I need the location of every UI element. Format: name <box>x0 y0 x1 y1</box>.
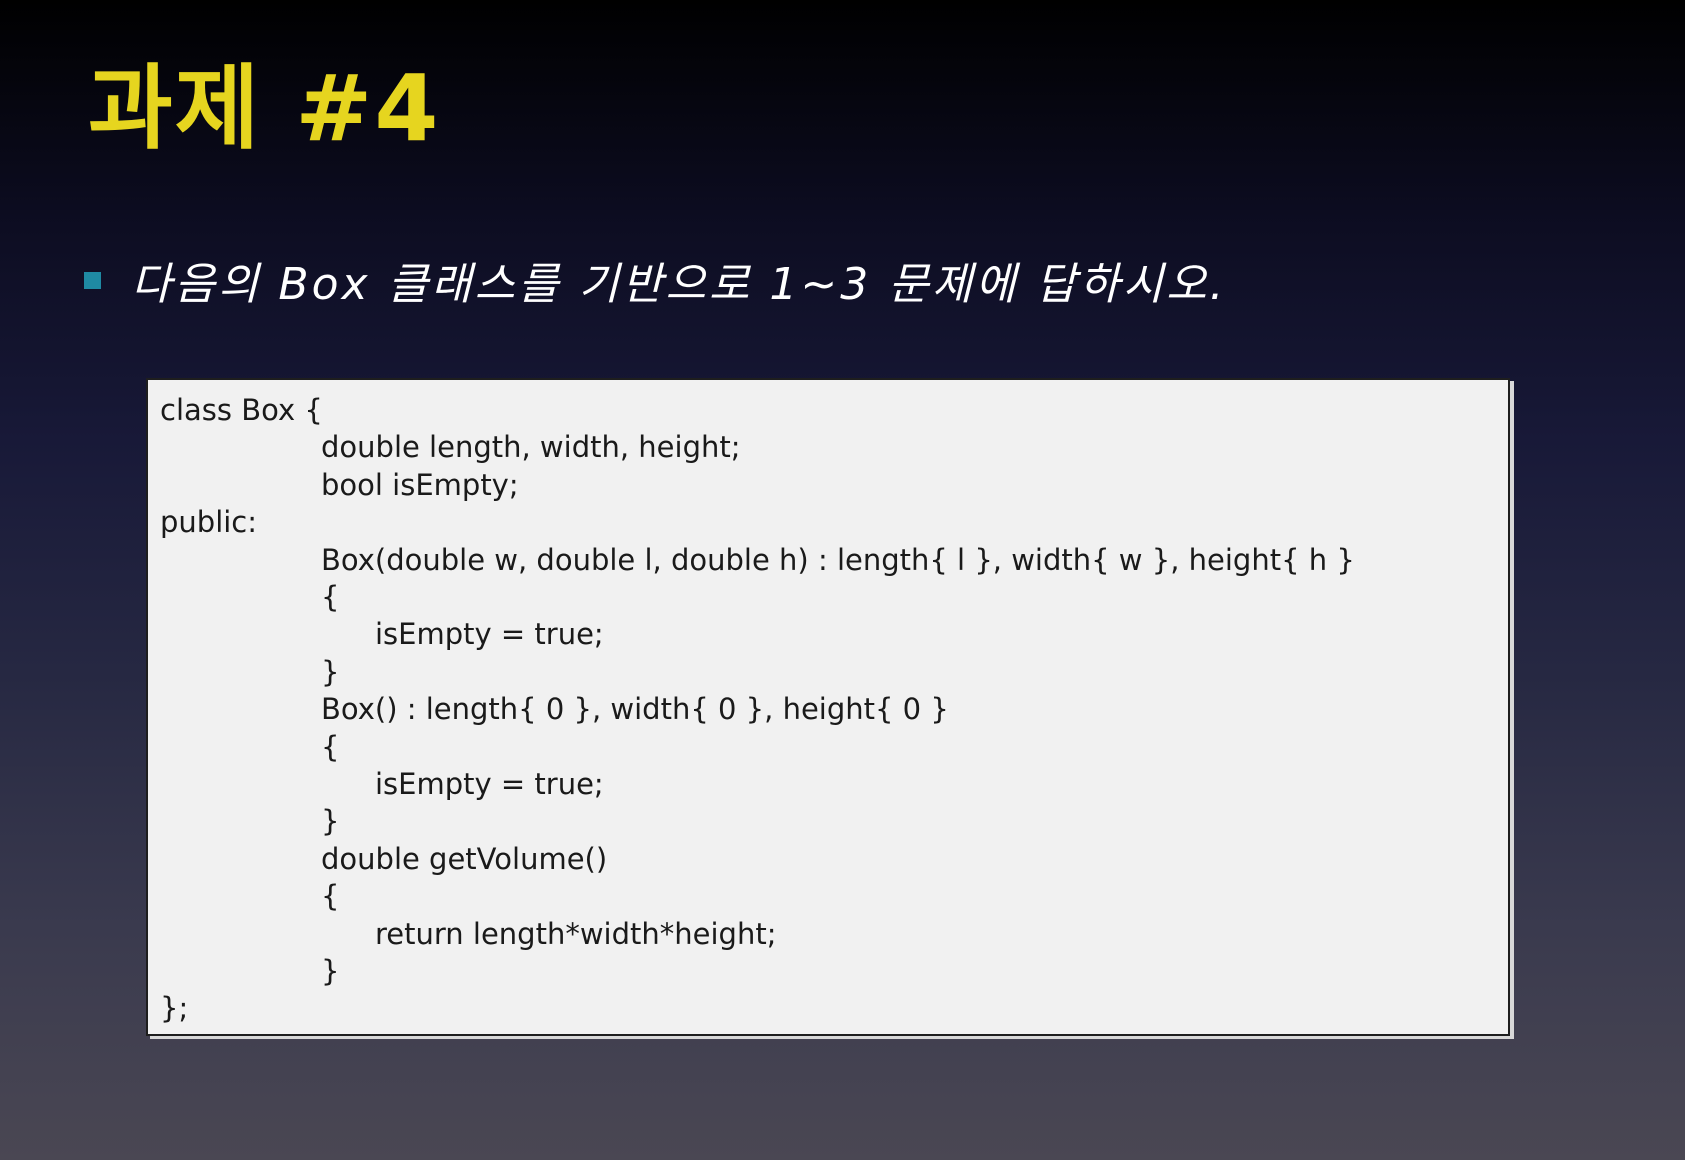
code-line: double length, width, height; <box>321 430 741 465</box>
code-line: class Box { <box>160 393 323 427</box>
code-block: class Box {double length, width, height;… <box>146 378 1510 1036</box>
code-line: bool isEmpty; <box>321 467 519 502</box>
code-line: isEmpty = true; <box>375 617 604 652</box>
bullet-item: 다음의 Box 클래스를 기반으로 1~3 문제에 답하시오. <box>84 250 1227 310</box>
code-line: isEmpty = true; <box>375 767 604 801</box>
code-line: } <box>321 804 340 839</box>
code-line: } <box>321 954 340 988</box>
code-line: public: <box>160 505 258 540</box>
code-line: double getVolume() <box>321 841 608 876</box>
code-line: } <box>321 654 340 689</box>
code-line: Box(double w, double l, double h) : leng… <box>321 542 1355 577</box>
code-line: { <box>321 729 340 764</box>
code-line: return length*width*height; <box>375 916 777 951</box>
bullet-text: 다음의 Box 클래스를 기반으로 1~3 문제에 답하시오. <box>131 259 1227 310</box>
code-line: { <box>321 580 340 614</box>
code-line: Box() : length{ 0 }, width{ 0 }, height{… <box>321 692 949 727</box>
slide: 과제 #4 다음의 Box 클래스를 기반으로 1~3 문제에 답하시오. cl… <box>0 0 1685 1160</box>
bullet-square-icon <box>84 271 101 289</box>
code-line: }; <box>160 991 189 1026</box>
slide-title: 과제 #4 <box>88 55 441 162</box>
code-line: { <box>321 879 340 914</box>
